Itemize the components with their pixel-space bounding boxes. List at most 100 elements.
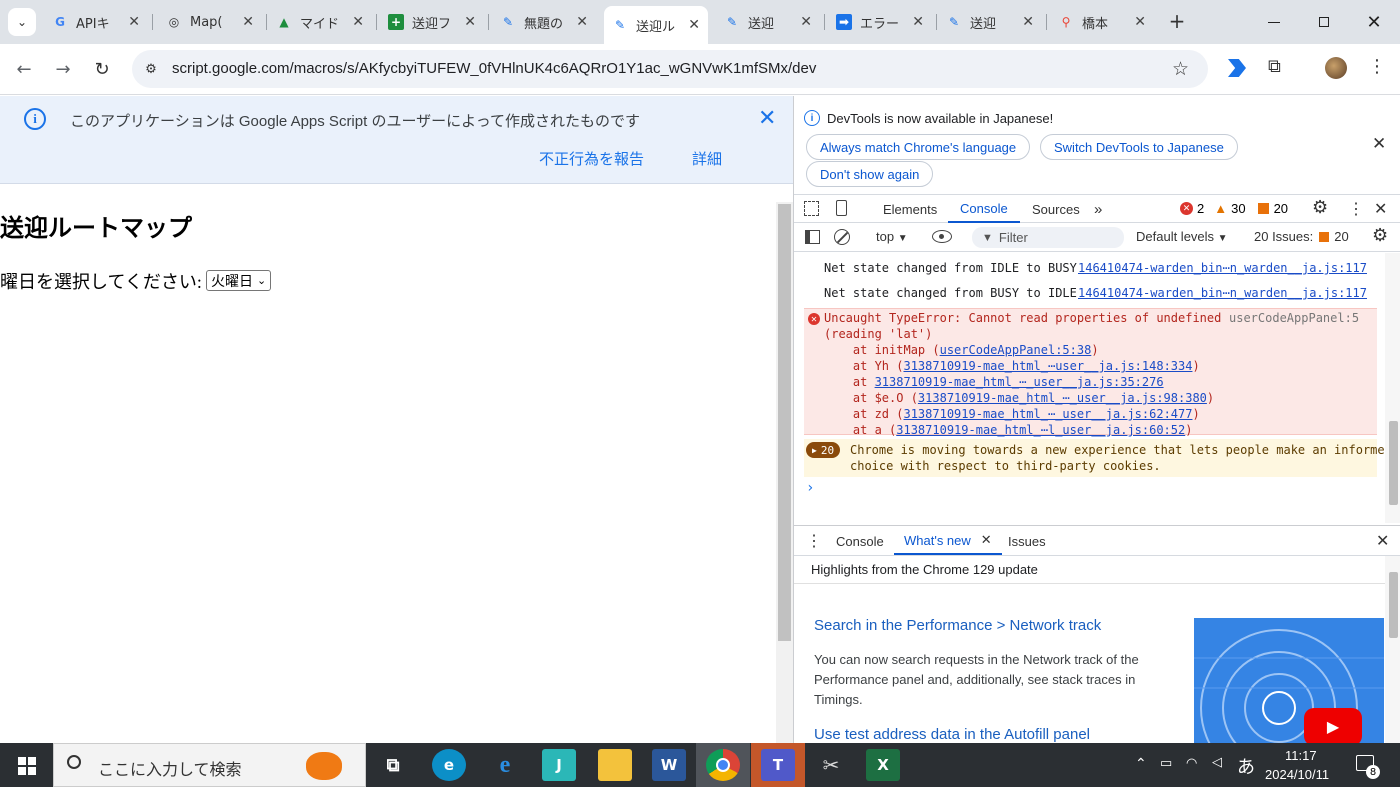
reload-button[interactable]: ↻ bbox=[90, 57, 114, 81]
tab-close-icon[interactable]: ✕ bbox=[1022, 14, 1034, 30]
log-levels-select[interactable]: Default levels ▼ bbox=[1136, 229, 1228, 244]
browser-tab[interactable]: ✎ 送迎 ✕ bbox=[716, 8, 820, 36]
close-icon[interactable]: ✕ bbox=[758, 106, 776, 131]
close-window-button[interactable]: ✕ bbox=[1362, 10, 1386, 34]
site-info-icon[interactable]: ⚙ bbox=[142, 60, 160, 78]
inspect-element-icon[interactable] bbox=[804, 201, 819, 216]
tab-sources[interactable]: Sources bbox=[1032, 195, 1080, 223]
browser-tab[interactable]: ✎ 送迎ル ✕ bbox=[604, 6, 708, 44]
stack-frame-link[interactable]: 3138710919-mae_html_⋯l_user__ja.js:60:52 bbox=[896, 423, 1185, 437]
console-prompt-icon[interactable]: › bbox=[806, 480, 814, 496]
drawer-tab-whats-new[interactable]: What's new ✕ bbox=[894, 527, 1002, 555]
volume-icon[interactable]: ◁ bbox=[1212, 754, 1222, 770]
youtube-play-icon[interactable]: ▶ bbox=[1304, 708, 1362, 743]
error-count-badge[interactable]: ✕ 2 ▲ 30 20 bbox=[1180, 201, 1288, 216]
browser-tab[interactable]: ▲ マイド ✕ bbox=[268, 8, 372, 36]
feature-link-network-search[interactable]: Search in the Performance > Network trac… bbox=[814, 617, 1101, 634]
teams-icon[interactable]: T bbox=[761, 749, 795, 781]
live-expression-eye-icon[interactable] bbox=[932, 230, 952, 243]
taskbar-search-box[interactable]: ここに入力して検索 bbox=[53, 743, 366, 787]
stack-frame-link[interactable]: 3138710919-mae_html_⋯_user__ja.js:98:380 bbox=[918, 391, 1207, 405]
error-source-link[interactable]: userCodeAppPanel:5 bbox=[1229, 311, 1359, 325]
battery-icon[interactable]: ▭ bbox=[1160, 755, 1172, 771]
stack-frame-link[interactable]: 3138710919-mae_html_⋯user__ja.js:148:334 bbox=[903, 359, 1192, 373]
feature-link-autofill[interactable]: Use test address data in the Autofill pa… bbox=[814, 726, 1090, 743]
browser-tab[interactable]: ◎ Map(✕ bbox=[158, 8, 262, 36]
show-hidden-icons-icon[interactable]: ⌃ bbox=[1135, 755, 1147, 772]
tab-close-icon[interactable]: ✕ bbox=[800, 14, 812, 30]
switch-language-button[interactable]: Switch DevTools to Japanese bbox=[1040, 134, 1238, 160]
stack-frame-link[interactable]: 3138710919-mae_html_⋯_user__ja.js:35:276 bbox=[875, 375, 1164, 389]
extensions-icon[interactable]: ⧉ bbox=[1268, 56, 1281, 77]
chrome-icon[interactable] bbox=[706, 749, 740, 781]
address-bar[interactable]: ⚙ script.google.com/macros/s/AKfycbyiTUF… bbox=[132, 50, 1208, 88]
edge-icon[interactable]: e bbox=[432, 749, 466, 781]
browser-tab[interactable]: ✎ 無題の ✕ bbox=[492, 8, 596, 36]
issues-button[interactable]: 20 Issues: 20 bbox=[1254, 229, 1349, 244]
warning-group-badge[interactable]: ▶ 20 bbox=[806, 442, 841, 458]
report-abuse-link[interactable]: 不正行為を報告 bbox=[539, 148, 644, 169]
console-scrollbar[interactable] bbox=[1385, 253, 1400, 523]
profile-avatar[interactable] bbox=[1325, 57, 1347, 79]
tab-close-icon[interactable]: ✕ bbox=[688, 17, 700, 33]
stack-frame-link[interactable]: userCodeAppPanel:5:38 bbox=[940, 343, 1092, 357]
tab-close-icon[interactable]: ✕ bbox=[352, 14, 364, 30]
settings-gear-icon[interactable]: ⚙ bbox=[1312, 197, 1328, 218]
browser-tab[interactable]: + 送迎フ ✕ bbox=[380, 8, 484, 36]
context-select[interactable]: top ▼ bbox=[876, 229, 908, 244]
tab-close-icon[interactable]: ✕ bbox=[464, 14, 476, 30]
scrollbar-thumb[interactable] bbox=[778, 204, 791, 641]
clock-time[interactable]: 11:17 bbox=[1285, 748, 1317, 763]
tab-close-icon[interactable]: ✕ bbox=[912, 14, 924, 30]
close-icon[interactable]: ✕ bbox=[981, 532, 992, 548]
gemini-extension-icon[interactable] bbox=[1228, 59, 1246, 77]
details-link[interactable]: 詳細 bbox=[692, 148, 722, 169]
console-settings-icon[interactable]: ⚙ bbox=[1372, 225, 1388, 246]
forward-button[interactable]: → bbox=[51, 57, 75, 81]
tab-close-icon[interactable]: ✕ bbox=[1134, 14, 1146, 30]
ime-indicator[interactable]: あ bbox=[1237, 753, 1255, 779]
drawer-menu-icon[interactable]: ⋮ bbox=[806, 531, 822, 551]
filter-input[interactable]: ▼ Filter bbox=[972, 227, 1124, 248]
drawer-tab-console[interactable]: Console bbox=[836, 527, 884, 555]
wifi-icon[interactable]: ◠ bbox=[1186, 755, 1197, 771]
tab-elements[interactable]: Elements bbox=[883, 195, 937, 223]
internet-explorer-icon[interactable]: e bbox=[488, 749, 522, 781]
device-toolbar-icon[interactable] bbox=[836, 200, 847, 216]
excel-icon[interactable]: X bbox=[866, 749, 900, 781]
source-link[interactable]: 146410474-warden_bin⋯n_warden__ja.js:117 bbox=[1078, 286, 1367, 300]
tab-close-icon[interactable]: ✕ bbox=[242, 14, 254, 30]
url-text[interactable]: script.google.com/macros/s/AKfycbyiTUFEW… bbox=[172, 60, 816, 77]
source-link[interactable]: 146410474-warden_bin⋯n_warden__ja.js:117 bbox=[1078, 261, 1367, 275]
close-icon[interactable]: ✕ bbox=[1372, 134, 1386, 154]
browser-tab[interactable]: ⚲ 橋本 ✕ bbox=[1050, 8, 1154, 36]
file-explorer-icon[interactable] bbox=[598, 749, 632, 781]
clear-console-icon[interactable] bbox=[834, 229, 850, 245]
stack-frame-link[interactable]: 3138710919-mae_html_⋯_user__ja.js:62:477 bbox=[903, 407, 1192, 421]
task-view-icon[interactable]: ⧉ bbox=[376, 749, 410, 781]
bookmark-star-icon[interactable]: ☆ bbox=[1172, 58, 1189, 80]
chrome-update-video-thumbnail[interactable]: ▶ bbox=[1194, 618, 1384, 743]
close-devtools-icon[interactable]: ✕ bbox=[1374, 199, 1387, 219]
minimize-button[interactable] bbox=[1262, 12, 1286, 32]
tab-close-icon[interactable]: ✕ bbox=[576, 14, 588, 30]
menu-kebab-icon[interactable]: ⋮ bbox=[1368, 56, 1386, 77]
match-language-button[interactable]: Always match Chrome's language bbox=[806, 134, 1031, 160]
browser-tab[interactable]: ✎ 送迎 ✕ bbox=[938, 8, 1042, 36]
close-drawer-icon[interactable]: ✕ bbox=[1376, 531, 1389, 551]
browser-tab[interactable]: ➡ エラー ✕ bbox=[828, 8, 932, 36]
tab-close-icon[interactable]: ✕ bbox=[128, 14, 140, 30]
tab-console[interactable]: Console bbox=[948, 195, 1020, 223]
devtools-menu-icon[interactable]: ⋮ bbox=[1348, 199, 1364, 219]
snipping-tool-icon[interactable]: ✂ bbox=[814, 749, 848, 781]
page-scrollbar[interactable] bbox=[776, 202, 793, 743]
dont-show-again-button[interactable]: Don't show again bbox=[806, 161, 934, 187]
clock-date[interactable]: 2024/10/11 bbox=[1265, 767, 1329, 782]
browser-tab[interactable]: G APIキ ✕ bbox=[44, 8, 148, 36]
drawer-scrollbar[interactable] bbox=[1385, 556, 1400, 743]
more-tabs-icon[interactable]: » bbox=[1094, 195, 1102, 223]
sidebar-toggle-icon[interactable] bbox=[805, 230, 820, 244]
restore-button[interactable] bbox=[1312, 12, 1336, 32]
tab-search-button[interactable]: ⌄ bbox=[8, 8, 36, 36]
windows-start-icon[interactable] bbox=[18, 757, 36, 775]
